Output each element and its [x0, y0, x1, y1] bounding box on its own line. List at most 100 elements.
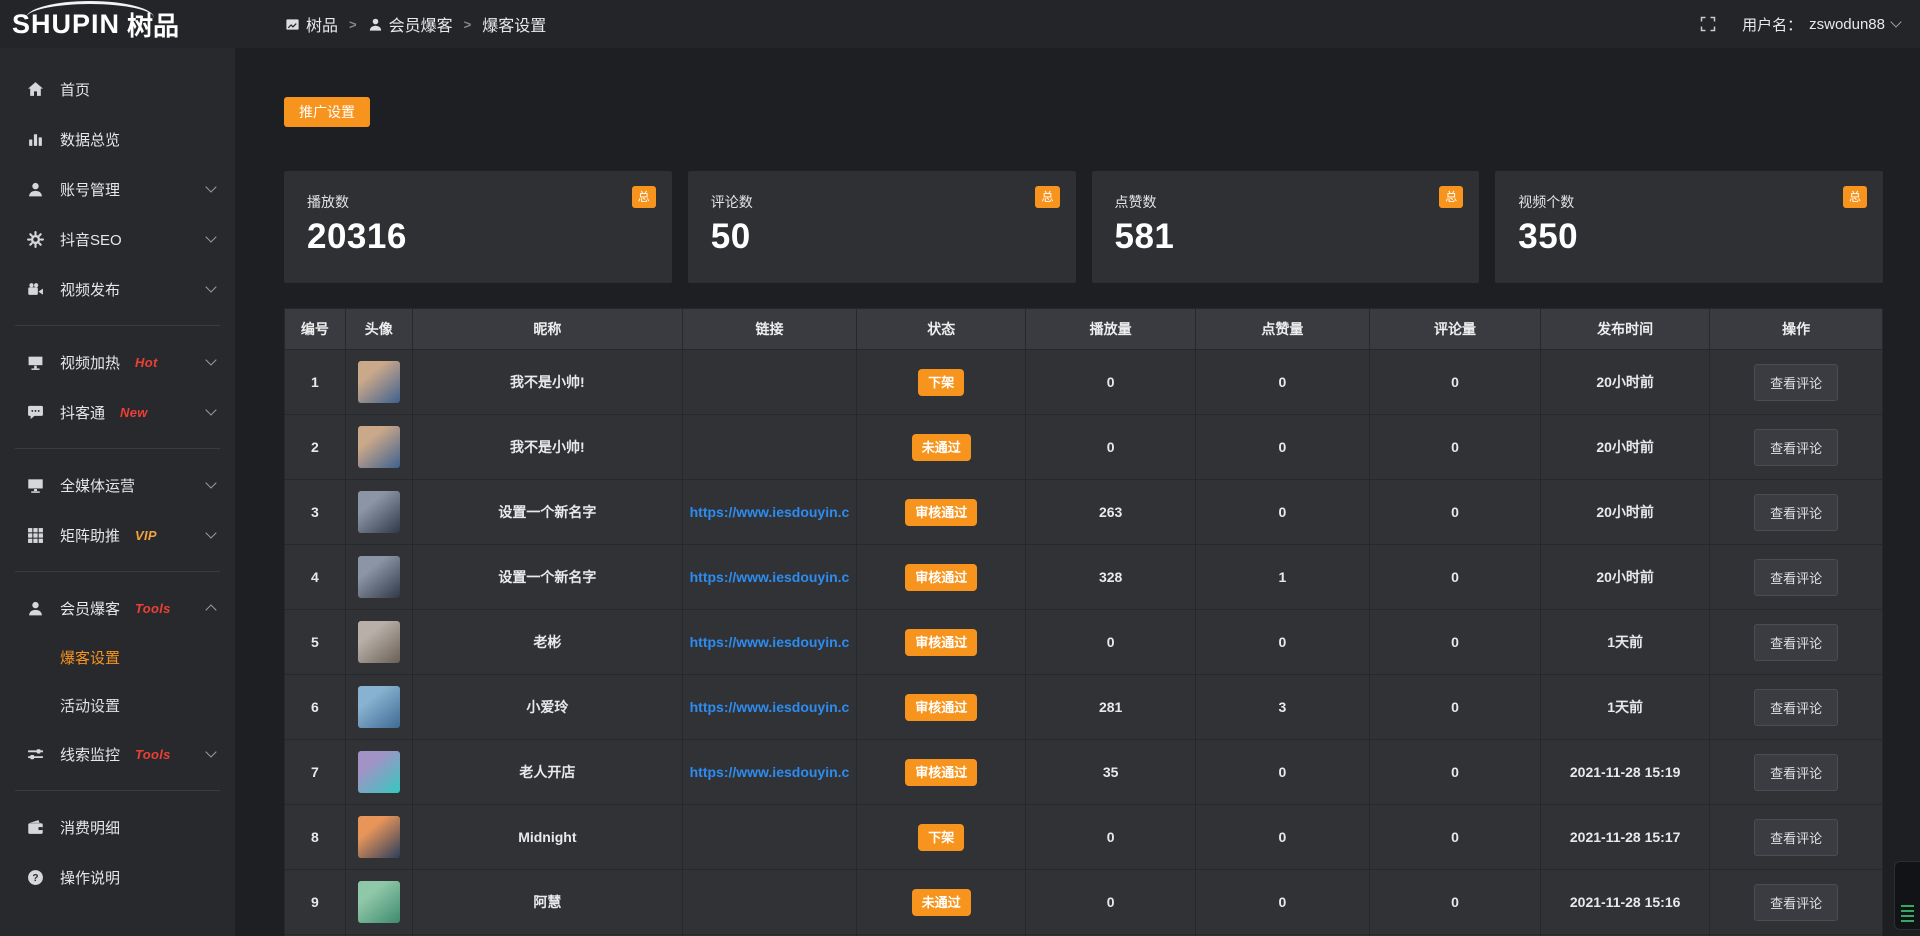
- breadcrumb-label: 会员爆客: [389, 12, 453, 36]
- username-menu[interactable]: 用户名：zswodun88: [1742, 14, 1900, 35]
- help-icon: ?: [27, 868, 45, 886]
- breadcrumb-label: 树品: [306, 12, 338, 36]
- cell-comments: 0: [1369, 610, 1540, 675]
- sidebar-item-video-publish[interactable]: 视频发布: [0, 264, 235, 314]
- table-row: 9阿慧未通过0002021-11-28 15:16查看评论: [285, 870, 1883, 935]
- avatar: [358, 556, 400, 598]
- chevron-down-icon: [205, 354, 216, 365]
- sidebar-item-label: 抖音SEO: [60, 229, 122, 250]
- cell-nickname: 小爱玲: [412, 675, 682, 740]
- sidebar-item-consume-detail[interactable]: 消费明细: [0, 802, 235, 852]
- sidebar-divider: [15, 790, 220, 791]
- breadcrumb-item-baoke-settings[interactable]: 爆客设置: [482, 12, 546, 36]
- column-header-likes: 点赞量: [1195, 309, 1369, 350]
- breadcrumb-item-shupin[interactable]: 树品: [285, 12, 338, 36]
- column-header-avatar: 头像: [345, 309, 412, 350]
- cell-id: 8: [285, 805, 346, 870]
- cell-action: 查看评论: [1710, 675, 1883, 740]
- cell-nickname: 阿慧: [412, 870, 682, 935]
- widget-bar: [1901, 910, 1914, 912]
- display-icon: [27, 353, 45, 371]
- sidebar-item-activity-settings[interactable]: 活动设置: [0, 681, 235, 729]
- cell-avatar: [345, 740, 412, 805]
- page: SHUPIN 树品 树品>会员爆客>爆客设置 用户名：zswodun88 首页数…: [0, 0, 1920, 936]
- breadcrumb-item-member-baoke[interactable]: 会员爆客: [368, 12, 453, 36]
- sidebar-item-badge: Tools: [135, 601, 171, 616]
- chevron-down-icon: [1890, 16, 1901, 27]
- cell-status: 未通过: [857, 415, 1026, 480]
- stat-label: 评论数: [711, 192, 1053, 212]
- view-comments-button[interactable]: 查看评论: [1754, 494, 1838, 531]
- chart-icon: [27, 130, 45, 148]
- fullscreen-icon[interactable]: [1700, 16, 1716, 32]
- sidebar-item-data-overview[interactable]: 数据总览: [0, 114, 235, 164]
- sidebar-item-badge: New: [120, 405, 148, 420]
- sidebar-item-video-heating[interactable]: 视频加热Hot: [0, 337, 235, 387]
- cell-comments: 0: [1369, 675, 1540, 740]
- topbar: 树品>会员爆客>爆客设置 用户名：zswodun88: [235, 0, 1920, 48]
- cell-status: 下架: [857, 350, 1026, 415]
- promo-settings-button[interactable]: 推广设置: [284, 97, 370, 127]
- video-link[interactable]: https://www.iesdouyin.c: [690, 634, 850, 650]
- chevron-down-icon: [205, 181, 216, 192]
- view-comments-button[interactable]: 查看评论: [1754, 754, 1838, 791]
- logo[interactable]: SHUPIN 树品: [0, 0, 235, 48]
- grid-icon: [27, 526, 45, 544]
- cell-likes: 0: [1195, 740, 1369, 805]
- cell-avatar: [345, 805, 412, 870]
- main-content: 推广设置 播放数总20316评论数总50点赞数总581视频个数总350 编号头像…: [235, 48, 1920, 936]
- sidebar-item-account-management[interactable]: 账号管理: [0, 164, 235, 214]
- cell-id: 6: [285, 675, 346, 740]
- sidebar-item-operation-guide[interactable]: ? 操作说明: [0, 852, 235, 902]
- sidebar-menu: 首页数据总览账号管理抖音SEO 视频发布视频加热Hot抖客通New 全媒体运营矩阵助…: [0, 48, 235, 902]
- view-comments-button[interactable]: 查看评论: [1754, 884, 1838, 921]
- stat-label: 播放数: [307, 192, 649, 212]
- video-link[interactable]: https://www.iesdouyin.c: [690, 504, 850, 520]
- sidebar-item-label: 操作说明: [60, 867, 120, 888]
- avatar: [358, 491, 400, 533]
- total-badge: 总: [1843, 186, 1867, 208]
- cell-comments: 0: [1369, 480, 1540, 545]
- status-badge: 审核通过: [905, 564, 977, 591]
- floating-widget[interactable]: [1894, 861, 1920, 930]
- column-header-id: 编号: [285, 309, 346, 350]
- column-header-time: 发布时间: [1540, 309, 1709, 350]
- cell-nickname: 老人开店: [412, 740, 682, 805]
- app-icon: [285, 17, 300, 32]
- cell-comments: 0: [1369, 415, 1540, 480]
- cell-time: 20小时前: [1540, 415, 1709, 480]
- view-comments-button[interactable]: 查看评论: [1754, 429, 1838, 466]
- cell-plays: 328: [1026, 545, 1195, 610]
- video-link[interactable]: https://www.iesdouyin.c: [690, 569, 850, 585]
- cell-likes: 3: [1195, 675, 1369, 740]
- view-comments-button[interactable]: 查看评论: [1754, 624, 1838, 661]
- view-comments-button[interactable]: 查看评论: [1754, 559, 1838, 596]
- sidebar-item-clue-monitor[interactable]: 线索监控Tools: [0, 729, 235, 779]
- cell-comments: 0: [1369, 870, 1540, 935]
- chevron-down-icon: [205, 231, 216, 242]
- sidebar-item-baoke-settings[interactable]: 爆客设置: [0, 633, 235, 681]
- sidebar-item-douketong[interactable]: 抖客通New: [0, 387, 235, 437]
- cell-action: 查看评论: [1710, 610, 1883, 675]
- stat-value: 581: [1115, 217, 1457, 257]
- username-value: zswodun88: [1809, 16, 1885, 33]
- cell-nickname: 我不是小帅!: [412, 350, 682, 415]
- sidebar-item-matrix-boost[interactable]: 矩阵助推VIP: [0, 510, 235, 560]
- logo-arc-icon: [26, 1, 154, 18]
- sidebar-item-all-media-operation[interactable]: 全媒体运营: [0, 460, 235, 510]
- table-row: 4设置一个新名字https://www.iesdouyin.c审核通过32810…: [285, 545, 1883, 610]
- sidebar-divider: [15, 325, 220, 326]
- view-comments-button[interactable]: 查看评论: [1754, 364, 1838, 401]
- view-comments-button[interactable]: 查看评论: [1754, 689, 1838, 726]
- cell-nickname: 设置一个新名字: [412, 545, 682, 610]
- sidebar-item-label: 首页: [60, 79, 90, 100]
- cell-comments: 0: [1369, 805, 1540, 870]
- sidebar-item-member-baoke[interactable]: 会员爆客Tools: [0, 583, 235, 633]
- video-link[interactable]: https://www.iesdouyin.c: [690, 699, 850, 715]
- sidebar-item-home[interactable]: 首页: [0, 64, 235, 114]
- view-comments-button[interactable]: 查看评论: [1754, 819, 1838, 856]
- sidebar-item-douyin-seo[interactable]: 抖音SEO: [0, 214, 235, 264]
- video-link[interactable]: https://www.iesdouyin.c: [690, 764, 850, 780]
- status-badge: 审核通过: [905, 694, 977, 721]
- cell-avatar: [345, 415, 412, 480]
